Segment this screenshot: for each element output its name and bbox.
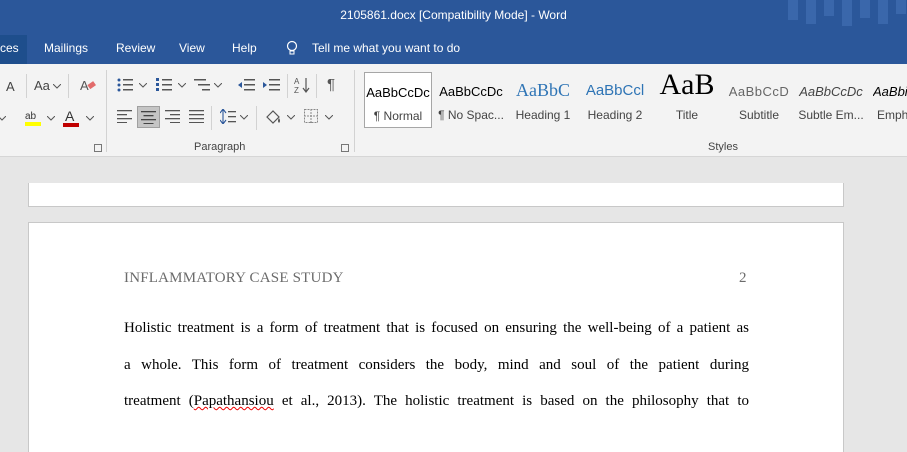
divider — [256, 106, 257, 130]
text-run: treatment ( — [124, 393, 194, 409]
grow-font-button[interactable]: A — [6, 79, 15, 94]
svg-text:A: A — [80, 78, 89, 93]
style-preview: AaB — [659, 68, 715, 101]
align-center-icon — [141, 111, 156, 124]
style-preview: AaBbCcDc — [799, 84, 863, 99]
line-spacing-icon[interactable] — [220, 109, 236, 124]
styles-group-label: Styles — [708, 141, 738, 153]
paragraph-group-label: Paragraph — [194, 141, 246, 153]
chevron-down-icon[interactable] — [178, 83, 186, 88]
style-subtitle[interactable]: AaBbCcD Subtitle — [725, 72, 793, 128]
style-subtle-emphasis[interactable]: AaBbCcDc Subtle Em... — [797, 72, 865, 128]
show-formatting-marks-icon[interactable]: ¶ — [327, 76, 335, 93]
divider — [26, 74, 27, 98]
tab-references[interactable]: ces — [0, 35, 27, 64]
style-no-spacing[interactable]: AaBbCcDc ¶ No Spac... — [437, 72, 505, 128]
title-decoration — [860, 0, 870, 18]
paragraph-line[interactable]: Holistic treatment is a form of treatmen… — [124, 320, 749, 337]
divider — [316, 74, 317, 98]
document-page[interactable]: INFLAMMATORY CASE STUDY 2 Holistic treat… — [28, 222, 844, 452]
svg-text:Z: Z — [294, 86, 299, 94]
tab-mailings[interactable]: Mailings — [44, 41, 88, 55]
title-decoration — [788, 0, 798, 20]
style-name: ¶ Normal — [373, 109, 423, 123]
ribbon: A Aa A ab A A Z ¶ Paragraph AaBbCcDc ¶ N… — [0, 64, 907, 157]
text-highlight-icon[interactable]: ab — [24, 108, 44, 128]
style-name: Emph — [877, 108, 907, 122]
style-title[interactable]: AaB Title — [653, 68, 721, 128]
justify-icon[interactable] — [189, 110, 204, 123]
title-decoration — [896, 0, 906, 14]
style-heading-2[interactable]: AaBbCcl Heading 2 — [581, 72, 649, 128]
change-case-button[interactable]: Aa — [34, 78, 50, 93]
chevron-down-icon[interactable] — [240, 115, 248, 120]
align-left-icon[interactable] — [117, 110, 132, 123]
style-preview: AaBbCcDc — [366, 85, 430, 100]
window-title: 2105861.docx [Compatibility Mode] - Word — [340, 8, 567, 22]
paragraph-line[interactable]: a whole. This form of treatment consider… — [124, 357, 749, 374]
title-decoration — [806, 0, 816, 24]
title-decoration — [824, 0, 834, 16]
tab-review[interactable]: Review — [116, 41, 155, 55]
page-number: 2 — [739, 270, 747, 286]
multilevel-list-icon[interactable] — [194, 78, 210, 92]
title-decoration — [878, 0, 888, 24]
shading-icon[interactable] — [264, 108, 282, 126]
misspelled-word[interactable]: Papathansiou — [194, 393, 274, 409]
style-preview: AaBbCcDc — [439, 84, 503, 99]
style-name: Heading 1 — [515, 108, 571, 122]
chevron-down-icon[interactable] — [139, 83, 147, 88]
group-divider — [354, 70, 355, 152]
font-color-icon[interactable]: A — [63, 108, 81, 128]
style-name: Subtitle — [738, 108, 780, 122]
divider — [287, 74, 288, 98]
paragraph-line[interactable]: treatment (Papathansiou et al., 2013). T… — [124, 393, 749, 410]
title-bar: 2105861.docx [Compatibility Mode] - Word — [0, 0, 907, 32]
lightbulb-icon[interactable] — [286, 40, 298, 56]
style-preview: AaBbi — [873, 84, 907, 99]
chevron-down-icon[interactable] — [287, 115, 295, 120]
group-divider — [106, 70, 107, 152]
borders-icon[interactable] — [304, 109, 318, 123]
title-decoration — [842, 0, 852, 26]
bullets-icon[interactable] — [117, 78, 133, 92]
svg-text:A: A — [294, 77, 300, 86]
chevron-down-icon[interactable] — [325, 115, 333, 120]
style-name: Subtle Em... — [798, 108, 864, 122]
paragraph-dialog-launcher-icon[interactable] — [341, 144, 349, 152]
chevron-down-icon[interactable] — [47, 116, 55, 121]
svg-text:A: A — [65, 108, 75, 124]
text-run: et al., 2013). The holistic treatment is… — [273, 393, 749, 409]
style-heading-1[interactable]: AaBbC Heading 1 — [509, 72, 577, 128]
chevron-down-icon[interactable] — [86, 116, 94, 121]
tab-view[interactable]: View — [179, 41, 205, 55]
ribbon-tab-bar: ces Mailings Review View Help Tell me wh… — [0, 32, 907, 64]
chevron-down-icon[interactable] — [214, 83, 222, 88]
style-normal[interactable]: AaBbCcDc ¶ Normal — [364, 72, 432, 128]
decrease-indent-icon[interactable] — [238, 78, 255, 92]
style-preview: AaBbCcD — [728, 84, 790, 99]
previous-page-bottom — [28, 183, 844, 207]
chevron-down-icon[interactable] — [0, 116, 6, 121]
increase-indent-icon[interactable] — [263, 78, 280, 92]
page-header-title: INFLAMMATORY CASE STUDY — [124, 270, 344, 286]
style-name: Heading 2 — [587, 108, 643, 122]
style-preview: AaBbCcl — [585, 82, 645, 99]
sort-icon[interactable]: A Z — [294, 76, 310, 94]
align-right-icon[interactable] — [165, 110, 180, 123]
clear-formatting-icon[interactable]: A — [80, 77, 96, 93]
style-name: ¶ No Spac... — [438, 108, 504, 122]
style-emphasis[interactable]: AaBbi Emph — [869, 72, 907, 128]
style-name: Title — [675, 108, 699, 122]
divider — [68, 74, 69, 98]
chevron-down-icon[interactable] — [53, 84, 61, 89]
tab-help[interactable]: Help — [232, 41, 257, 55]
tell-me-search[interactable]: Tell me what you want to do — [312, 41, 460, 55]
font-dialog-launcher-icon[interactable] — [94, 144, 102, 152]
align-center-button[interactable] — [137, 106, 160, 128]
divider — [211, 106, 212, 130]
style-preview: AaBbC — [516, 80, 570, 100]
svg-text:ab: ab — [25, 111, 37, 122]
numbering-icon[interactable] — [156, 78, 172, 92]
